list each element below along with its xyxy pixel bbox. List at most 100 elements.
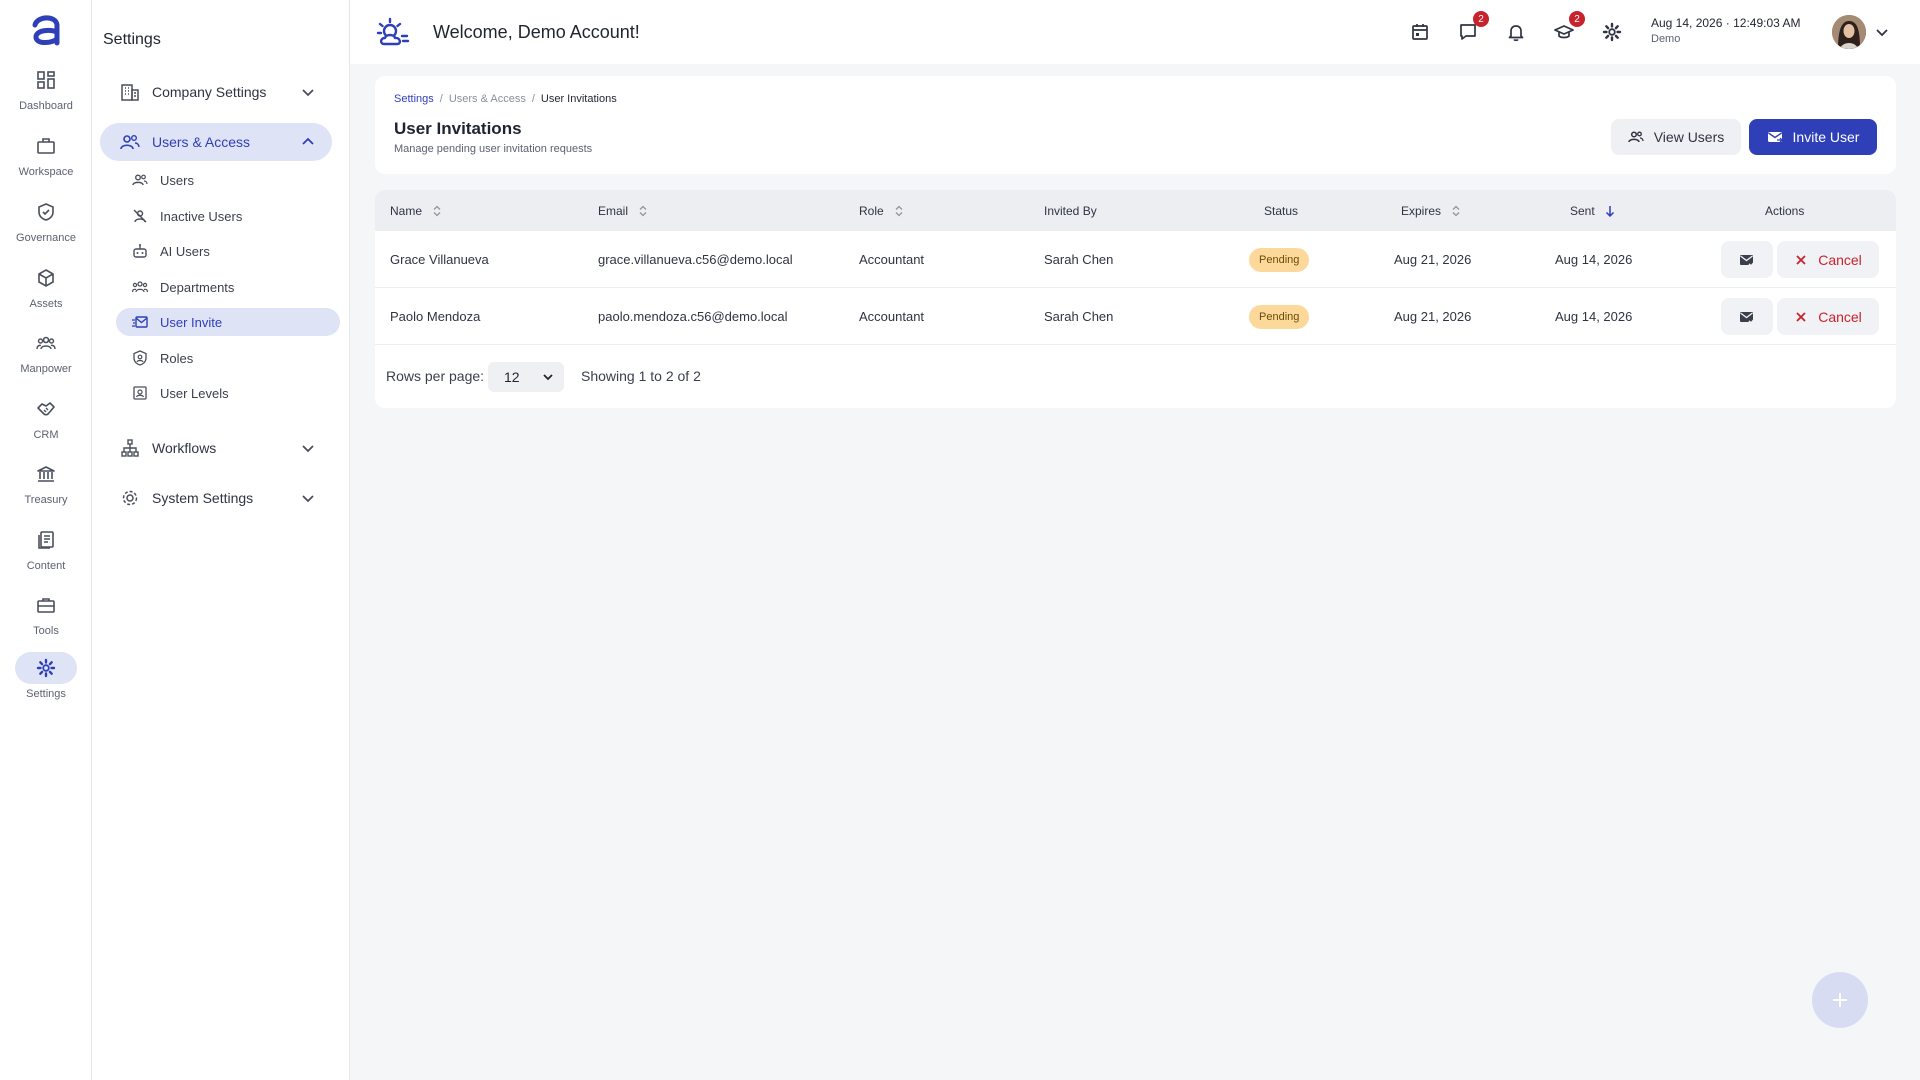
people-group-icon (132, 281, 148, 293)
sub-item-label: Roles (160, 350, 194, 366)
date-text: Aug 14, 2026 (1651, 16, 1723, 30)
page-title: User Invitations (394, 119, 522, 138)
view-users-label: View Users (1653, 129, 1725, 145)
dashboard-icon (37, 71, 55, 89)
gear-icon (122, 490, 138, 506)
group-label: System Settings (152, 490, 254, 506)
rail-label: Tools (33, 625, 59, 637)
sub-item-users[interactable]: Users (116, 166, 340, 194)
rows-per-page-value: 12 (504, 369, 520, 385)
resend-invite-button[interactable] (1721, 241, 1773, 278)
breadcrumb: Settings / Users & Access / User Invitat… (394, 93, 617, 105)
breadcrumb-settings[interactable]: Settings (394, 93, 434, 105)
breadcrumb-users-access[interactable]: Users & Access (449, 93, 526, 105)
rail-label: Treasury (24, 494, 68, 506)
messages-button[interactable]: 2 (1456, 11, 1489, 44)
group-workflows[interactable]: Workflows (100, 429, 332, 467)
sort-icon (433, 205, 441, 217)
cell-email: grace.villanueva.c56@demo.local (598, 252, 793, 267)
column-header-role[interactable]: Role (859, 204, 904, 218)
column-header-name[interactable]: Name (390, 204, 442, 218)
settings-button[interactable] (1600, 20, 1624, 44)
cell-role: Accountant (859, 309, 925, 324)
invite-user-label: Invite User (1792, 129, 1860, 145)
rail-item-tools[interactable]: Tools (8, 589, 84, 651)
learning-button[interactable]: 2 (1552, 11, 1585, 44)
resend-invite-button[interactable] (1721, 298, 1773, 335)
rail-item-treasury[interactable]: Treasury (8, 458, 84, 520)
sub-item-label: Departments (160, 279, 235, 295)
group-label: Company Settings (152, 84, 267, 100)
sub-item-user-levels[interactable]: User Levels (116, 379, 340, 407)
rail-item-content[interactable]: Content (8, 524, 84, 586)
cell-role: Accountant (859, 252, 925, 267)
group-users-access[interactable]: Users & Access (100, 123, 332, 161)
cancel-invite-button[interactable]: Cancel (1777, 298, 1879, 335)
invite-user-button[interactable]: Invite User (1749, 119, 1877, 155)
column-header-expires[interactable]: Expires (1401, 204, 1461, 218)
view-users-button[interactable]: View Users (1611, 119, 1741, 155)
cancel-label: Cancel (1818, 308, 1862, 325)
floating-add-button[interactable] (1812, 972, 1868, 1028)
rail-label: Assets (29, 298, 63, 310)
app-logo-icon[interactable] (28, 12, 64, 48)
rail-item-crm[interactable]: CRM (8, 393, 84, 455)
rail-item-manpower[interactable]: Manpower (8, 327, 84, 389)
shield-user-icon (133, 350, 147, 366)
plus-icon (1833, 993, 1847, 1007)
learning-badge: 2 (1569, 11, 1585, 27)
chevron-down-icon[interactable] (1874, 24, 1890, 40)
group-system-settings[interactable]: System Settings (100, 479, 332, 517)
rows-per-page-select[interactable]: 12 (488, 362, 564, 392)
sub-item-user-invite[interactable]: User Invite (116, 308, 340, 336)
rail-item-settings[interactable]: Settings (8, 652, 84, 714)
close-icon (1796, 254, 1806, 265)
rail-item-assets[interactable]: Assets (8, 262, 84, 324)
cell-invited-by: Sarah Chen (1044, 309, 1114, 324)
cell-name: Grace Villanueva (390, 252, 489, 267)
panel-title: Settings (103, 31, 161, 48)
column-header-actions: Actions (1765, 204, 1805, 218)
table-header: Name Email Role Invited By Status Expire… (375, 190, 1896, 231)
users-icon (120, 135, 140, 150)
status-badge: Pending (1249, 248, 1310, 272)
cell-sent: Aug 14, 2026 (1555, 252, 1633, 267)
cell-invited-by: Sarah Chen (1044, 252, 1114, 267)
notifications-button[interactable] (1504, 20, 1528, 44)
time-text: 12:49:03 AM (1733, 16, 1801, 30)
chevron-down-icon (302, 445, 314, 453)
rail-item-workspace[interactable]: Workspace (8, 130, 84, 192)
building-icon (121, 84, 139, 101)
sub-item-roles[interactable]: Roles (116, 344, 340, 372)
sub-item-departments[interactable]: Departments (116, 273, 340, 301)
mail-resend-icon (1740, 254, 1755, 267)
sub-item-label: AI Users (160, 243, 210, 259)
datetime-separator: · (1725, 16, 1730, 30)
rail-item-governance[interactable]: Governance (8, 196, 84, 258)
users-icon (132, 174, 148, 186)
avatar[interactable] (1832, 15, 1866, 49)
sub-item-inactive-users[interactable]: Inactive Users (116, 202, 340, 230)
gear-icon (36, 658, 56, 678)
settings-panel: Settings Company Settings Users & Access… (92, 0, 350, 1080)
rail-item-dashboard[interactable]: Dashboard (8, 64, 84, 126)
chevron-up-icon (302, 137, 314, 145)
sitemap-icon (121, 439, 139, 457)
handshake-icon (37, 402, 55, 416)
sub-item-ai-users[interactable]: AI Users (116, 237, 340, 265)
sub-item-label: Inactive Users (160, 208, 243, 224)
table-row: Grace Villanueva grace.villanueva.c56@de… (375, 231, 1896, 288)
sub-item-label: User Invite (160, 314, 223, 330)
brand-sun-cloud-icon[interactable] (376, 16, 410, 50)
cancel-label: Cancel (1818, 251, 1862, 268)
group-company-settings[interactable]: Company Settings (100, 73, 332, 111)
cancel-invite-button[interactable]: Cancel (1777, 241, 1879, 278)
column-header-sent[interactable]: Sent (1570, 204, 1615, 218)
calendar-icon (1412, 24, 1428, 40)
group-label: Workflows (152, 440, 217, 456)
sort-icon (895, 205, 903, 217)
column-header-email[interactable]: Email (598, 204, 648, 218)
status-badge: Pending (1249, 305, 1310, 329)
user-off-icon (133, 209, 147, 223)
calendar-button[interactable] (1408, 20, 1432, 44)
